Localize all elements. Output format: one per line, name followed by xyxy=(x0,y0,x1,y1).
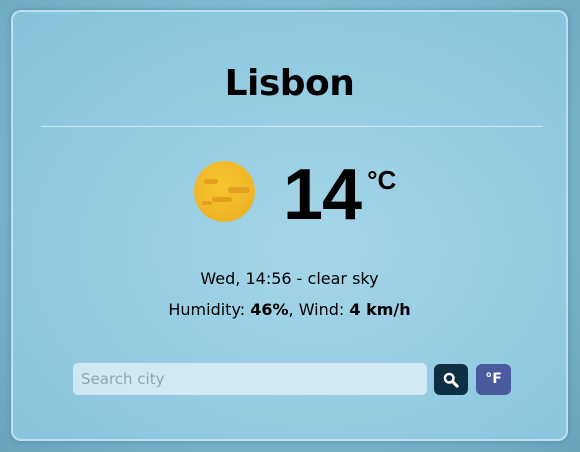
temperature-unit: °C xyxy=(367,165,397,195)
city-name: Lisbon xyxy=(224,63,355,104)
weather-details: Humidity: 46%, Wind: 4 km/h xyxy=(13,299,566,321)
temperature-display: 14 °C xyxy=(283,155,396,235)
sun-icon xyxy=(194,161,255,222)
search-input[interactable] xyxy=(73,363,427,395)
humidity-label: Humidity: xyxy=(168,300,251,319)
humidity-value: 46% xyxy=(250,300,289,319)
day-time-condition: Wed, 14:56 - clear sky xyxy=(200,269,379,288)
temperature-value: 14 xyxy=(283,155,362,235)
divider xyxy=(41,126,543,127)
wind-label: , Wind: xyxy=(288,300,350,319)
unit-toggle-button[interactable]: °F xyxy=(476,364,511,395)
search-button[interactable] xyxy=(434,364,468,395)
page-background: Lisbon 14 °C Wed, 14:56 - clear sky Humid… xyxy=(0,0,580,452)
search-icon xyxy=(443,372,459,388)
wind-value: 4 km/h xyxy=(349,300,411,319)
weather-card: Lisbon 14 °C Wed, 14:56 - clear sky Humid… xyxy=(11,10,568,441)
